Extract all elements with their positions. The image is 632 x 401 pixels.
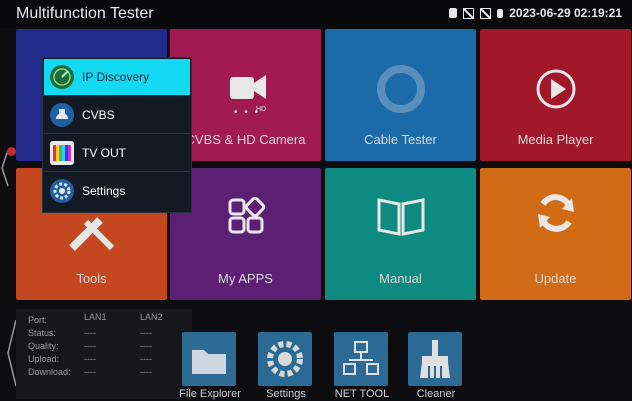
menu-item-label: Settings — [82, 184, 126, 198]
network-icon — [334, 332, 388, 386]
tile-manual[interactable]: Manual — [325, 168, 476, 300]
tile-label: CVBS & HD Camera — [185, 132, 306, 147]
menu-item-settings[interactable]: Settings — [44, 173, 190, 210]
tile-label: Tools — [76, 271, 107, 286]
lan2-header: LAN2 — [140, 312, 163, 322]
lan2-status: ---- — [140, 328, 152, 338]
dock-cleaner[interactable]: Cleaner — [404, 332, 468, 401]
app-title: Multifunction Tester — [16, 5, 154, 22]
status-label: Status: — [28, 328, 57, 338]
no-network-icon — [463, 7, 475, 19]
lan2-upload: ---- — [140, 354, 152, 364]
menu-item-tv-out[interactable]: TV OUT — [44, 135, 190, 172]
dock-net-tool[interactable]: NET TOOL — [330, 332, 394, 401]
home-screen: Multifunction Tester 2023-06-29 02:19:21… — [0, 0, 632, 401]
menu-item-label: CVBS — [82, 108, 115, 122]
menu-item-ip-discovery[interactable]: IP Discovery — [44, 59, 190, 96]
tile-media-player[interactable]: Media Player — [480, 29, 631, 161]
lan1-header: LAN1 — [84, 312, 107, 322]
datetime: 2023-06-29 02:19:21 — [509, 6, 622, 20]
notification-badge — [7, 147, 16, 156]
dock-file-explorer[interactable]: File Explorer — [178, 332, 242, 401]
quality-label: Quality: — [28, 341, 59, 351]
tile-label: Update — [534, 271, 577, 286]
apps-icon — [228, 196, 265, 234]
folder-icon — [182, 332, 236, 386]
lan1-upload: ---- — [84, 354, 96, 364]
gear-icon — [258, 332, 312, 386]
tile-my-apps[interactable]: My APPS — [170, 168, 321, 300]
radar-icon — [50, 65, 74, 89]
upload-label: Upload: — [28, 354, 60, 364]
dock-label: Cleaner — [416, 388, 456, 400]
tile-label: My APPS — [218, 271, 273, 286]
gear-icon — [50, 179, 74, 203]
menu-item-label: IP Discovery — [82, 70, 150, 84]
tile-label: Media Player — [517, 132, 594, 147]
network-popup-menu: IP Discovery CVBS TV OUT Settings — [42, 57, 192, 213]
lock-icon — [449, 8, 458, 18]
lan2-download: ---- — [140, 367, 152, 377]
lan1-quality: ---- — [84, 341, 96, 351]
tile-cable-tester[interactable]: Cable Tester — [325, 29, 476, 161]
dock-label: Settings — [266, 388, 306, 400]
play-icon — [536, 69, 575, 109]
broom-icon — [408, 332, 462, 386]
status-icons: 2023-06-29 02:19:21 — [449, 6, 622, 20]
cable-icon — [376, 65, 425, 113]
battery-icon — [497, 8, 504, 18]
tile-cvbs-hd-camera[interactable]: HD • • • CVBS & HD Camera — [170, 29, 321, 161]
color-bars-icon — [50, 141, 74, 165]
port-label: Port: — [28, 315, 48, 325]
tile-label: Manual — [379, 271, 422, 286]
dock-settings[interactable]: Settings — [254, 332, 318, 401]
tile-update[interactable]: Update — [480, 168, 631, 300]
menu-item-label: TV OUT — [82, 146, 126, 160]
tile-label: Cable Tester — [364, 132, 437, 147]
no-signal-icon — [480, 7, 492, 19]
dock-label: NET TOOL — [334, 388, 390, 400]
dock-label: File Explorer — [179, 388, 241, 400]
menu-item-cvbs[interactable]: CVBS — [44, 97, 190, 134]
lan1-status: ---- — [84, 328, 96, 338]
status-bar: Multifunction Tester 2023-06-29 02:19:21 — [0, 0, 632, 28]
dots-indicator: • • • — [234, 107, 261, 118]
refresh-icon — [537, 194, 574, 232]
lan2-quality: ---- — [140, 341, 152, 351]
network-status-panel: Port: Status: Quality: Upload: Download:… — [16, 309, 192, 399]
book-icon — [377, 198, 424, 236]
download-label: Download: — [28, 367, 71, 377]
lan1-download: ---- — [84, 367, 96, 377]
dome-camera-icon — [50, 103, 74, 127]
